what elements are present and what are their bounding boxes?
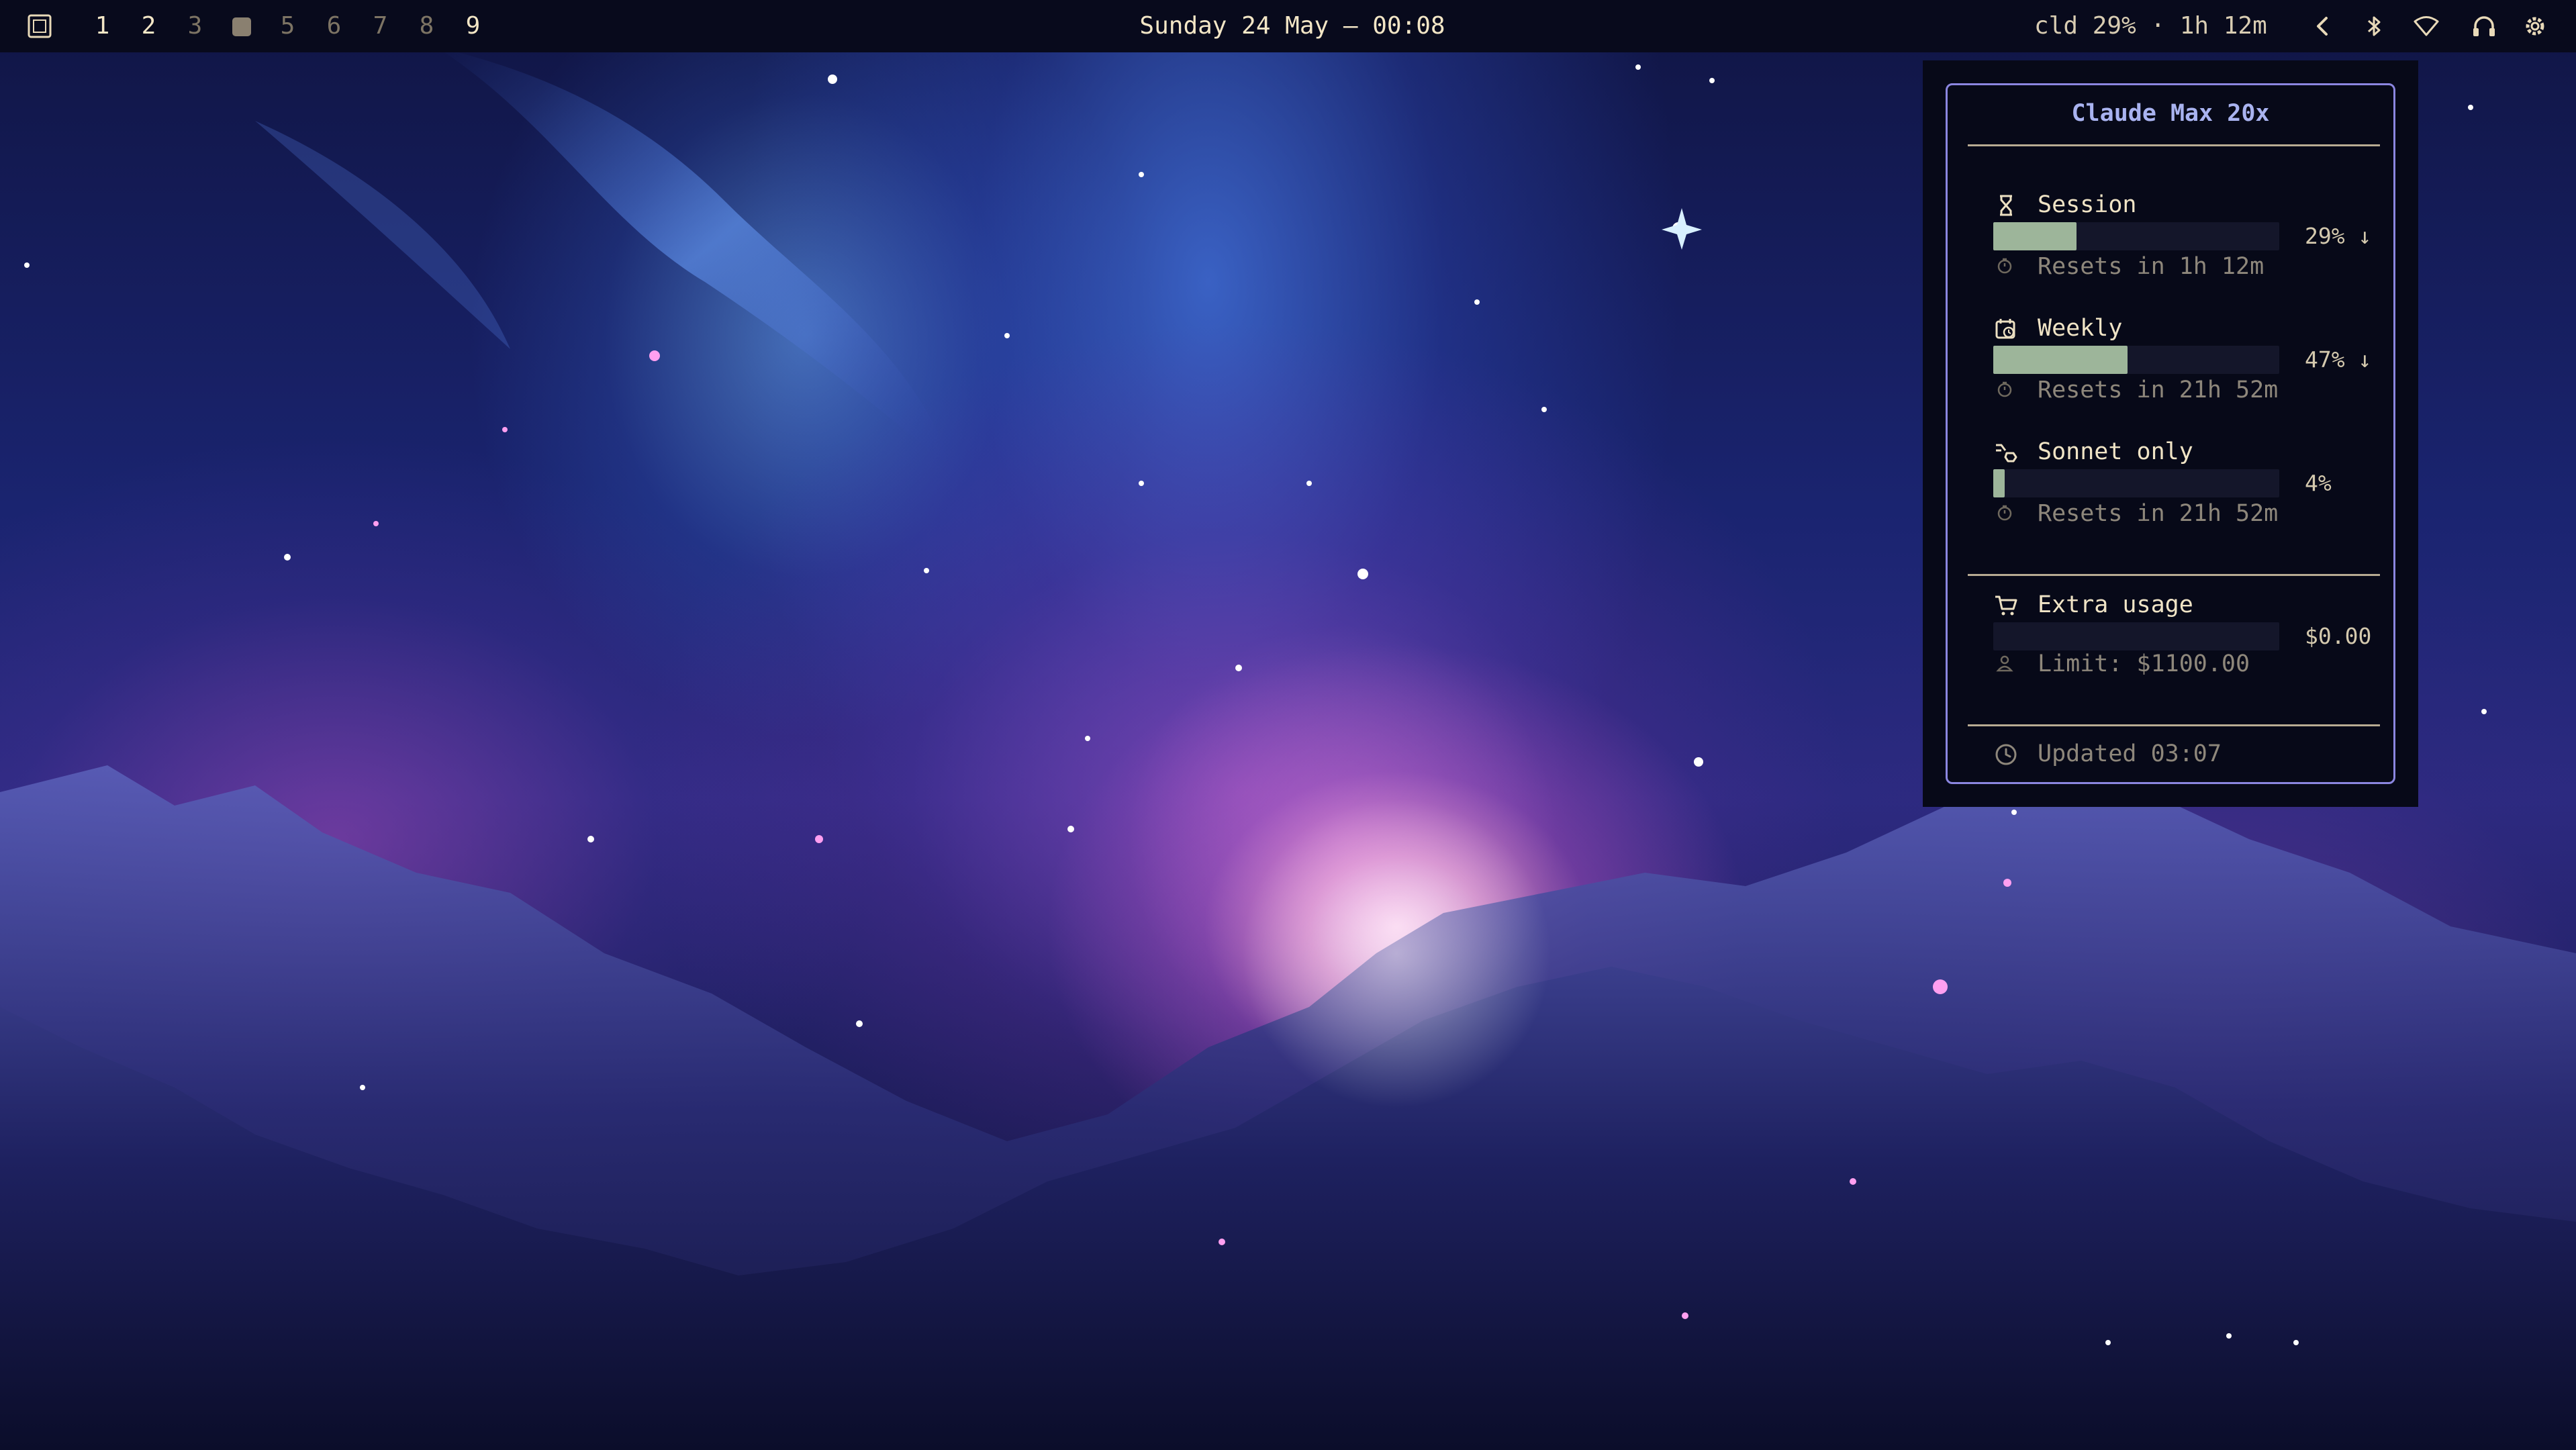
weekly-progress-bar (1993, 346, 2279, 374)
divider (1968, 724, 2380, 726)
timer-icon (1997, 505, 2012, 521)
calendar-clock-icon (1995, 319, 2015, 339)
clock[interactable]: Sunday 24 May — 00:08 (1074, 0, 1511, 52)
weekly-reset-text: Resets in 21h 52m (2038, 377, 2279, 403)
chevron-left-icon[interactable] (2309, 13, 2336, 40)
headphones-icon[interactable] (2471, 13, 2497, 40)
claude-usage-indicator[interactable]: cld 29% · 1h 12m (2034, 0, 2289, 52)
hourglass-icon (2000, 195, 2012, 216)
workspace-1[interactable]: 1 (79, 0, 126, 52)
timer-icon (1997, 258, 2012, 274)
workspace-7[interactable]: 7 (357, 0, 403, 52)
session-progress-fill (1993, 222, 2077, 250)
workspace-2[interactable]: 2 (126, 0, 172, 52)
model-icon (1996, 444, 2017, 463)
divider (1968, 144, 2380, 146)
extra-usage-amount: $0.00 (2305, 623, 2372, 649)
active-workspace-indicator (232, 17, 251, 36)
sonnet-label: Sonnet only (2038, 438, 2193, 465)
workspace-6[interactable]: 6 (311, 0, 357, 52)
sonnet-percent: 4% (2305, 470, 2332, 496)
updated-timestamp: Updated 03:07 (2038, 740, 2222, 767)
extra-usage-limit: Limit: $1100.00 (2038, 650, 2250, 677)
settings-icon[interactable] (2522, 13, 2548, 40)
extra-usage-label: Extra usage (2038, 591, 2193, 618)
wifi-icon[interactable] (2413, 13, 2440, 40)
workspace-5[interactable]: 5 (265, 0, 311, 52)
weekly-percent: 47% ↓ (2305, 346, 2372, 373)
workspace-9[interactable]: 9 (450, 0, 496, 52)
session-label: Session (2038, 191, 2137, 218)
session-percent: 29% ↓ (2305, 223, 2372, 249)
top-bar: 1 2 3 5 6 7 8 9 Sunday 24 May — 00:08 cl… (0, 0, 2576, 52)
extra-usage-progress-bar (1993, 622, 2279, 650)
workspace-8[interactable]: 8 (403, 0, 450, 52)
sonnet-progress-bar (1993, 469, 2279, 497)
popup-title: Claude Max 20x (2071, 100, 2270, 127)
cart-icon (1995, 595, 2017, 616)
session-reset-text: Resets in 1h 12m (2038, 253, 2264, 280)
sonnet-reset-text: Resets in 21h 52m (2038, 500, 2279, 527)
user-icon (1996, 655, 2013, 672)
timer-icon (1997, 381, 2012, 397)
workspace-4-active[interactable] (218, 0, 265, 52)
clock-icon (1995, 744, 2017, 765)
usage-popup: Claude Max 20x Session 29% ↓ Resets in 1… (1946, 83, 2395, 784)
divider (1968, 574, 2380, 576)
workspace-list: 1 2 3 5 6 7 8 9 (79, 0, 496, 52)
sonnet-progress-fill (1993, 469, 2005, 497)
workspace-3[interactable]: 3 (172, 0, 218, 52)
bluetooth-icon[interactable] (2360, 13, 2387, 40)
layout-icon[interactable] (27, 13, 52, 39)
session-progress-bar (1993, 222, 2279, 250)
weekly-label: Weekly (2038, 315, 2123, 342)
weekly-progress-fill (1993, 346, 2128, 374)
